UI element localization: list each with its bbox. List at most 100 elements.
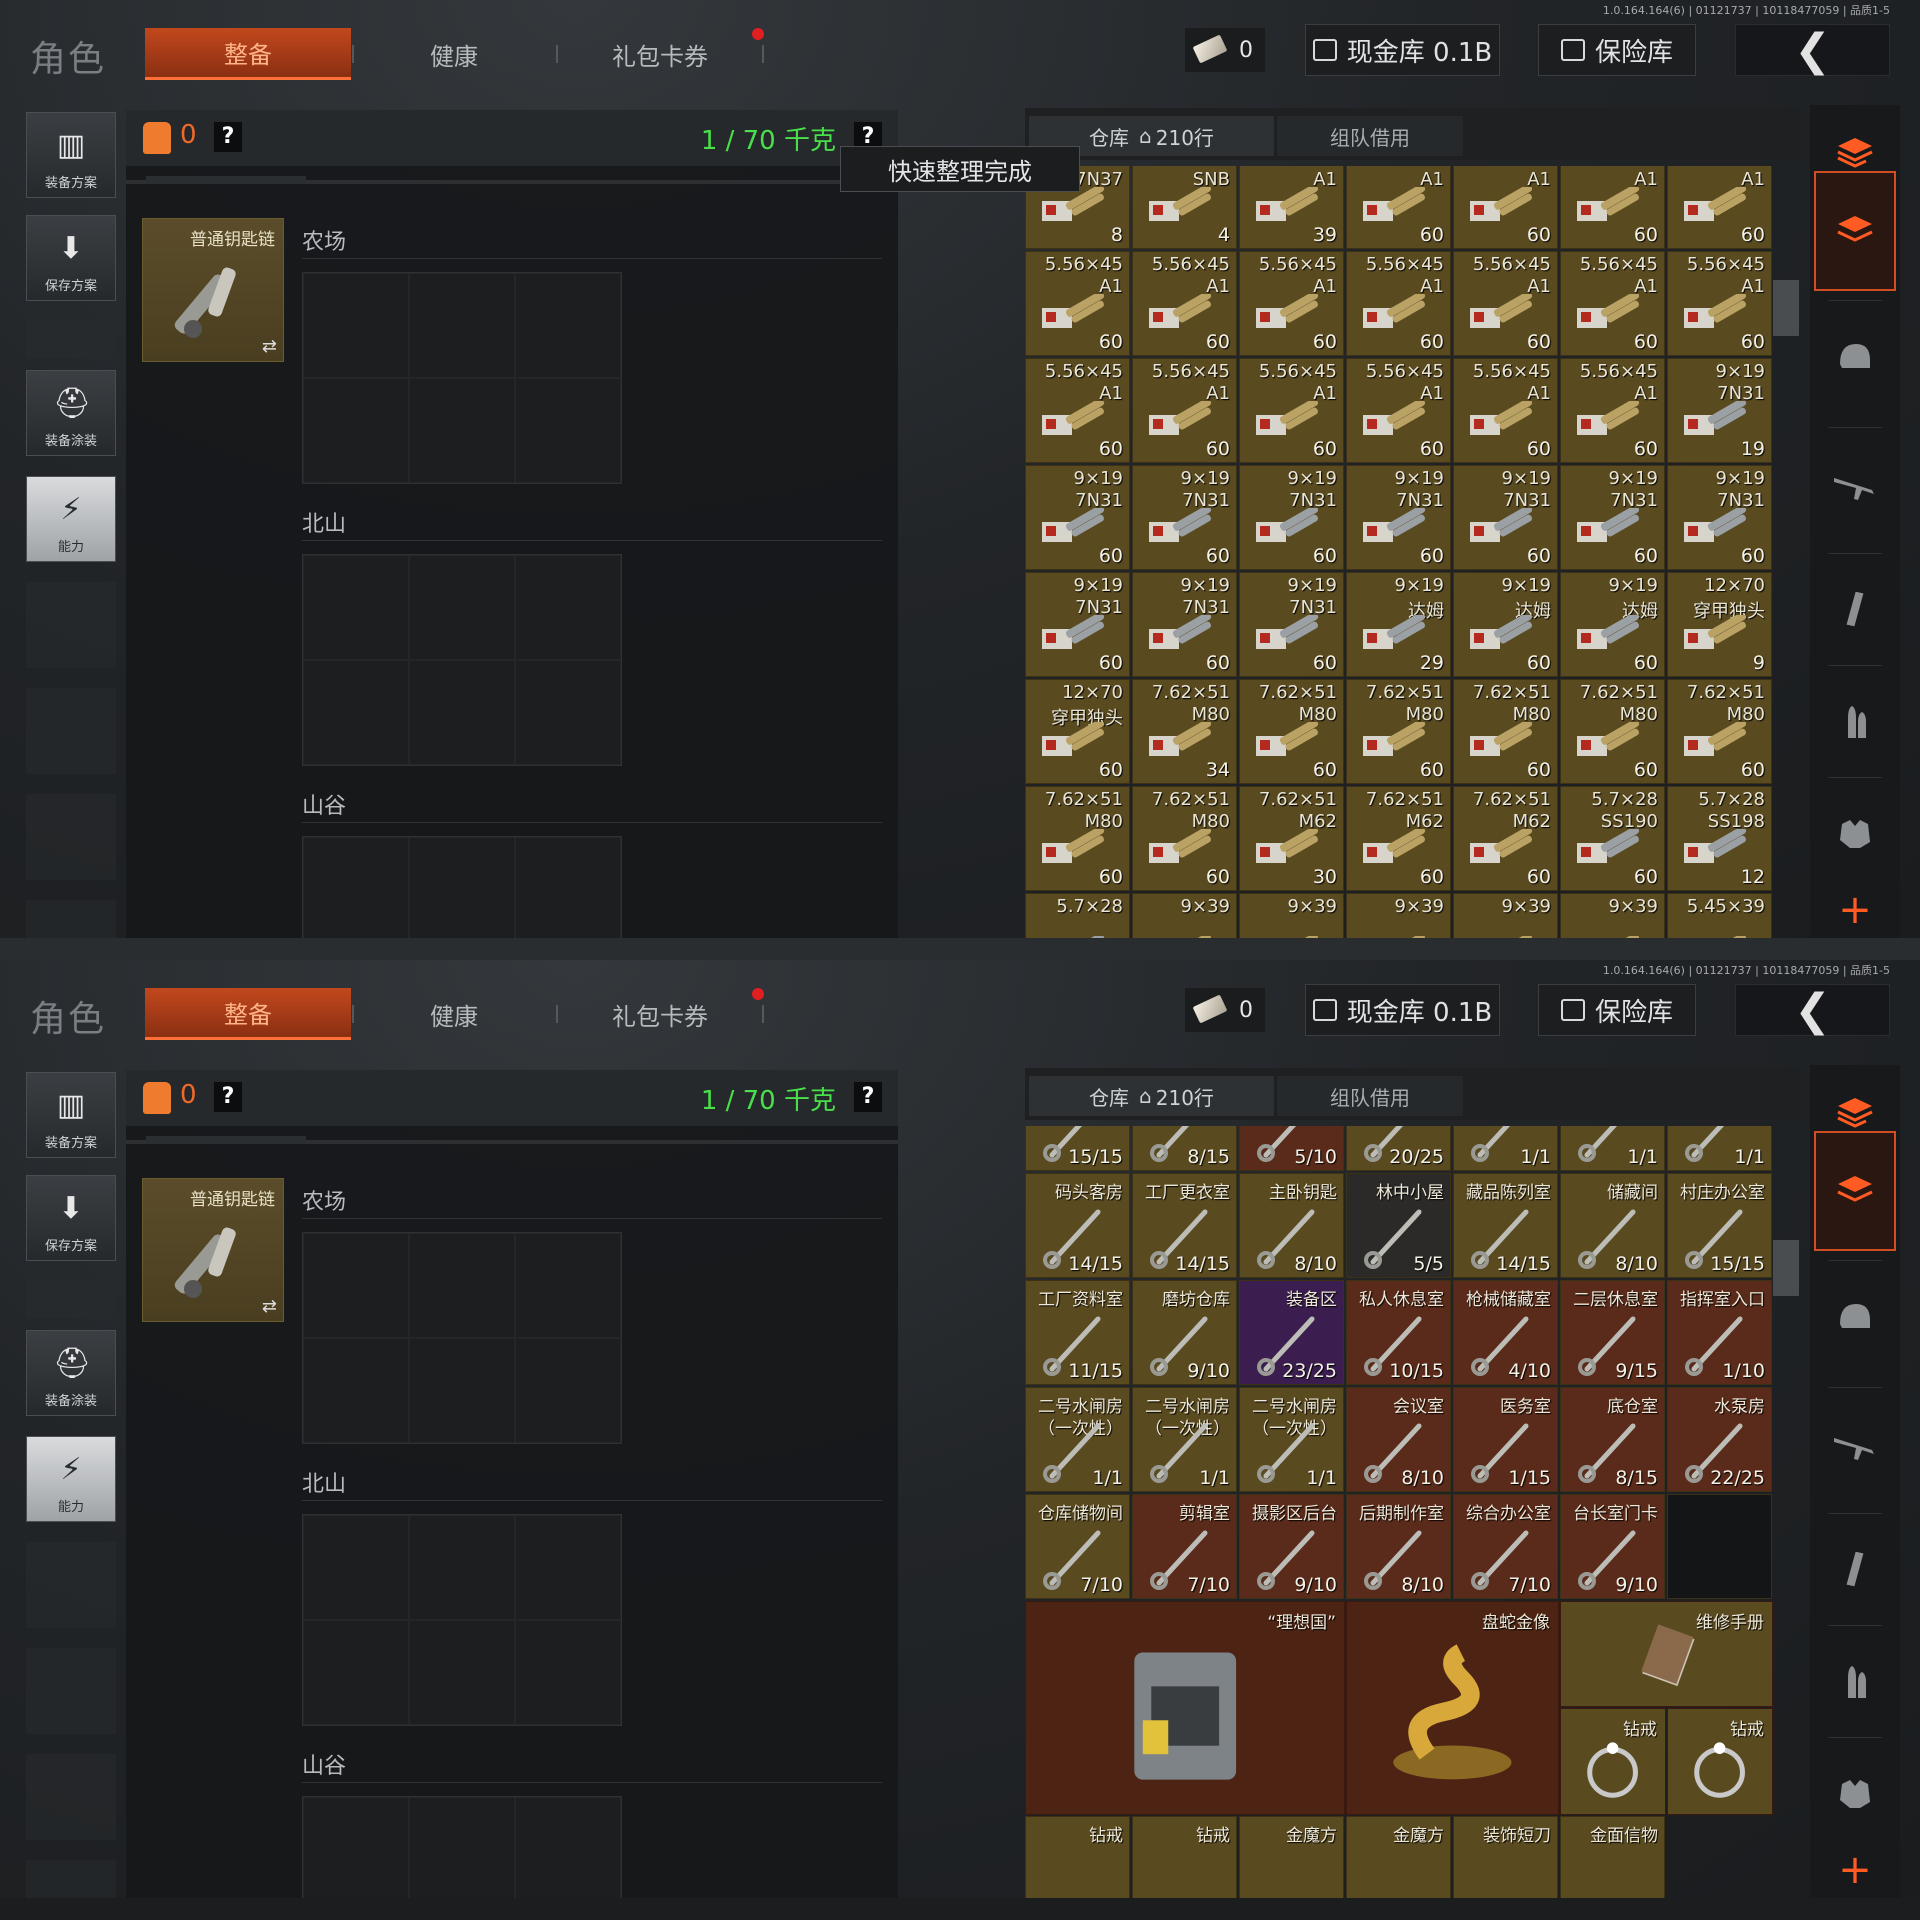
sidebar-item-save-plan[interactable]: ⬇ 保存方案 (26, 1175, 116, 1261)
storage-item-key[interactable]: 台长室门卡 9/10 (1560, 1494, 1665, 1599)
storage-item-key[interactable]: 综合办公室 7/10 (1453, 1494, 1558, 1599)
sidebar-item-loadout-plan[interactable]: ▥ 装备方案 (26, 1072, 116, 1158)
category-vest[interactable] (1814, 785, 1896, 881)
tab-health[interactable]: 健康 (356, 988, 552, 1040)
storage-item-case[interactable]: “理想国” (1025, 1601, 1345, 1815)
category-all[interactable] (1814, 171, 1896, 291)
storage-item-ammo[interactable]: 7.62×51 M80 60 (1025, 786, 1130, 891)
storage-item-key[interactable]: 摄影区后台 9/10 (1239, 1494, 1344, 1599)
storage-item-key[interactable]: 林中小屋 5/5 (1346, 1173, 1451, 1278)
back-button[interactable]: ❮ (1735, 984, 1890, 1036)
storage-item-ammo[interactable]: 7.62×51 M62 60 (1346, 786, 1451, 891)
storage-item-ammo[interactable]: 5.56×45A160 (1560, 358, 1665, 463)
tab-warehouse[interactable]: 仓库 ⌂ 210行 (1029, 1076, 1274, 1116)
storage-item-ammo[interactable]: 9×19 达姆 29 (1346, 572, 1451, 677)
storage-item[interactable]: 钻戒 (1025, 1816, 1130, 1898)
storage-item-key[interactable]: 装备区 23/25 (1239, 1280, 1344, 1385)
category-magazine[interactable] (1814, 561, 1896, 657)
storage-item-ammo[interactable]: 7.62×51 M80 34 (1132, 679, 1237, 784)
cash-vault-button[interactable]: 现金库 0.1B (1305, 984, 1500, 1036)
storage-item-key[interactable]: 1/1 (1560, 1126, 1665, 1171)
storage-item-key[interactable]: 磨坊仓库 9/10 (1132, 1280, 1237, 1385)
swap-icon[interactable]: ⇄ (262, 336, 277, 357)
tab-team-borrow[interactable]: 组队借用 (1277, 116, 1463, 156)
storage-item-manual[interactable]: 维修手册 (1560, 1601, 1773, 1707)
storage-item-ammo[interactable]: 9×39 (1132, 893, 1237, 938)
category-vest[interactable] (1814, 1745, 1896, 1841)
storage-item-ammo[interactable]: 5.56×45A160 (1132, 251, 1237, 356)
storage-item-ammo[interactable]: 5.56×45A160 (1453, 251, 1558, 356)
storage-item-key[interactable]: 二号水闸房 （一次性） 1/1 (1132, 1387, 1237, 1492)
tab-gift-cards[interactable]: 礼包卡券 (560, 28, 760, 80)
storage-item-key[interactable]: 15/15 (1025, 1126, 1130, 1171)
storage-item[interactable]: 装饰短刀 (1453, 1816, 1558, 1898)
storage-item-key[interactable]: 1/1 (1667, 1126, 1772, 1171)
storage-item-key[interactable]: 水泵房 22/25 (1667, 1387, 1772, 1492)
storage-item-ammo[interactable]: 5.45×39 (1667, 893, 1772, 938)
storage-item-ring[interactable]: 钻戒 (1560, 1708, 1666, 1815)
storage-item[interactable]: 金面信物 (1560, 1816, 1665, 1898)
storage-item-ammo[interactable]: 9×39 (1453, 893, 1558, 938)
storage-item-ammo[interactable]: 5.56×45A160 (1346, 251, 1451, 356)
zone-grid-north-hill[interactable] (302, 554, 622, 766)
category-ammo[interactable] (1814, 673, 1896, 769)
storage-item-ammo[interactable]: 7.62×51 M80 60 (1453, 679, 1558, 784)
tab-equip[interactable]: 整备 (145, 988, 351, 1040)
storage-item-ammo[interactable]: 5.56×45A160 (1453, 166, 1558, 249)
sidebar-item-skins[interactable]: ⛑ 装备涂装 (26, 370, 116, 456)
storage-item-ammo[interactable]: 9×19 7N31 60 (1239, 465, 1344, 570)
storage-item-ammo[interactable]: 5.56×45A160 (1025, 251, 1130, 356)
cash-vault-button[interactable]: 现金库 0.1B (1305, 24, 1500, 76)
storage-item-ammo[interactable]: 7.62×51 M80 60 (1560, 679, 1665, 784)
sidebar-item-power[interactable]: ⚡ 能力 (26, 476, 116, 562)
tab-equip[interactable]: 整备 (145, 28, 351, 80)
storage-item-ammo[interactable]: 9×19 7N31 60 (1346, 465, 1451, 570)
swap-icon[interactable]: ⇄ (262, 1296, 277, 1317)
storage-item-ammo[interactable]: 9×19 7N31 60 (1132, 465, 1237, 570)
sidebar-item-loadout-plan[interactable]: ▥ 装备方案 (26, 112, 116, 198)
storage-item-key[interactable]: 20/25 (1346, 1126, 1451, 1171)
zone-grid-valley[interactable] (302, 1796, 622, 1898)
category-ammo[interactable] (1814, 1633, 1896, 1729)
zone-grid-farm[interactable] (302, 1232, 622, 1444)
storage-item-ammo[interactable]: 5.7×28 SS198 12 (1667, 786, 1772, 891)
storage-item-ammo[interactable]: 9×19 达姆 60 (1560, 572, 1665, 677)
keychain-slot[interactable]: 普通钥匙链 ⇄ (142, 1178, 284, 1322)
sidebar-item-save-plan[interactable]: ⬇ 保存方案 (26, 215, 116, 301)
storage-item-ammo[interactable]: 9×19 7N31 60 (1239, 572, 1344, 677)
storage-item-ring[interactable]: 钻戒 (1667, 1708, 1773, 1815)
storage-item-ammo[interactable]: 9×19 达姆 60 (1453, 572, 1558, 677)
storage-item-ammo[interactable]: 5.56×45A160 (1239, 358, 1344, 463)
back-button[interactable]: ❮ (1735, 24, 1890, 76)
storage-item-key[interactable]: 二号水闸房 （一次性） 1/1 (1025, 1387, 1130, 1492)
storage-item-key[interactable]: 8/15 (1132, 1126, 1237, 1171)
tab-team-borrow[interactable]: 组队借用 (1277, 1076, 1463, 1116)
storage-item-ammo[interactable]: 9×19 7N31 60 (1453, 465, 1558, 570)
storage-item-key[interactable]: 村庄办公室 15/15 (1667, 1173, 1772, 1278)
storage-item-ammo[interactable]: 5.56×45A160 (1667, 251, 1772, 356)
storage-item-key[interactable]: 1/1 (1453, 1126, 1558, 1171)
storage-item-ammo[interactable]: 12×70 穿甲独头 9 (1667, 572, 1772, 677)
storage-item-ammo[interactable]: 5.7×28 SS190 60 (1560, 786, 1665, 891)
category-rifle[interactable] (1814, 435, 1896, 531)
storage-item-ammo[interactable]: 7.62×51 M62 30 (1239, 786, 1344, 891)
sidebar-item-skins[interactable]: ⛑ 装备涂装 (26, 1330, 116, 1416)
help-icon[interactable]: ? (214, 1082, 242, 1112)
storage-item-ammo[interactable]: 9×19 7N31 60 (1132, 572, 1237, 677)
plus-icon[interactable]: + (1814, 885, 1896, 935)
storage-item-key[interactable]: 5/10 (1239, 1126, 1344, 1171)
storage-item-ammo[interactable]: 9×19 7N31 60 (1667, 465, 1772, 570)
storage-item[interactable]: 钻戒 (1132, 1816, 1237, 1898)
storage-item-key[interactable]: 医务室 1/15 (1453, 1387, 1558, 1492)
storage-item-key[interactable]: 主卧钥匙 8/10 (1239, 1173, 1344, 1278)
storage-item-ammo[interactable]: 7.62×51 M80 60 (1346, 679, 1451, 784)
category-helmet[interactable] (1814, 309, 1896, 405)
storage-item-key[interactable]: 枪械储藏室 4/10 (1453, 1280, 1558, 1385)
tab-health[interactable]: 健康 (356, 28, 552, 80)
sidebar-item-power[interactable]: ⚡ 能力 (26, 1436, 116, 1522)
category-helmet[interactable] (1814, 1269, 1896, 1365)
storage-item-ammo[interactable]: 9×19 7N31 60 (1025, 465, 1130, 570)
zone-grid-valley[interactable] (302, 836, 622, 938)
storage-item-ammo[interactable]: 5.56×45A160 (1560, 251, 1665, 356)
storage-item-golden-snake[interactable]: 盘蛇金像 (1346, 1601, 1559, 1815)
